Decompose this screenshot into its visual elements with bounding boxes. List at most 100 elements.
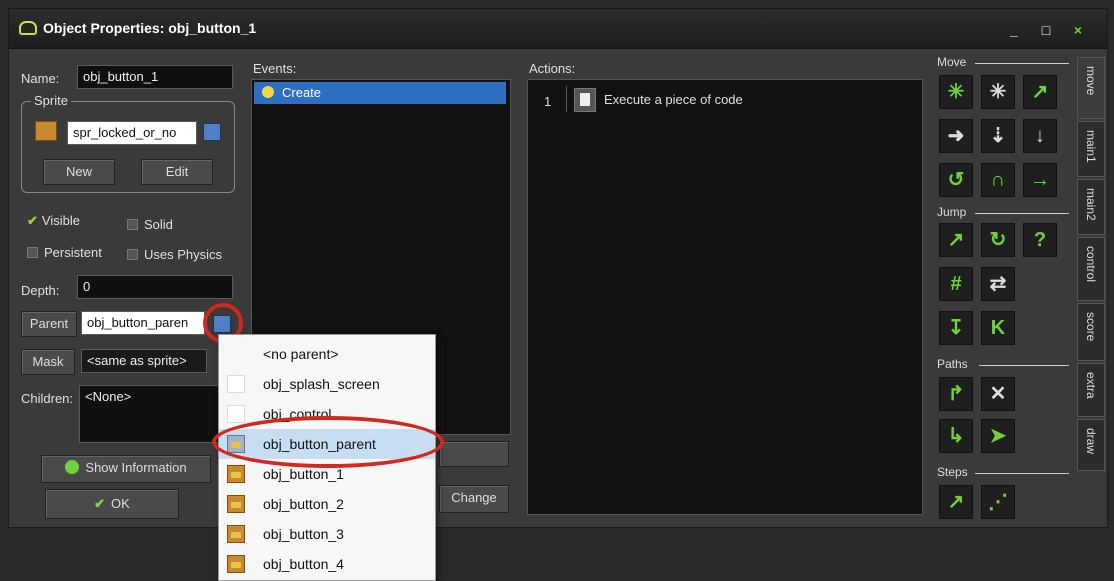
bounce-icon[interactable]: K bbox=[981, 311, 1015, 345]
object-icon bbox=[227, 525, 245, 543]
speed-vertical-icon[interactable]: ⇣ bbox=[981, 119, 1015, 153]
tab-extra[interactable]: extra bbox=[1077, 363, 1105, 417]
steps-section-line bbox=[975, 473, 1069, 474]
tab-main1[interactable]: main1 bbox=[1077, 121, 1105, 177]
move-to-contact-icon[interactable]: ↧ bbox=[939, 311, 973, 345]
end-path-icon[interactable]: ✕ bbox=[981, 377, 1015, 411]
event-item-label: Create bbox=[282, 85, 322, 100]
speed-horizontal-icon[interactable]: ➜ bbox=[939, 119, 973, 153]
persistent-checkbox-box bbox=[27, 247, 38, 258]
dropdown-item-label: obj_button_1 bbox=[263, 466, 344, 482]
gamemaker-logo-icon bbox=[19, 21, 37, 35]
gravity-icon[interactable]: ↓ bbox=[1023, 119, 1057, 153]
dropdown-item-obj-splash-screen[interactable]: obj_splash_screen bbox=[219, 369, 435, 399]
object-properties-window: Object Properties: obj_button_1 _ □ × Na… bbox=[8, 8, 1108, 528]
friction-icon[interactable]: → bbox=[1023, 163, 1057, 197]
paths-section-line bbox=[979, 365, 1069, 366]
jump-to-position-icon[interactable]: ↗ bbox=[939, 223, 973, 257]
event-item-create[interactable]: Create bbox=[254, 82, 506, 104]
selected-parent-highlight-ellipse bbox=[212, 416, 444, 468]
wrap-screen-icon[interactable]: ⇄ bbox=[981, 267, 1015, 301]
tab-move[interactable]: move bbox=[1077, 57, 1105, 119]
object-icon bbox=[227, 465, 245, 483]
sprite-icon bbox=[35, 121, 57, 141]
jump-to-random-icon[interactable]: ? bbox=[1023, 223, 1057, 257]
reverse-horizontal-icon[interactable]: ↺ bbox=[939, 163, 973, 197]
move-towards-icon[interactable]: ↗ bbox=[1023, 75, 1057, 109]
sprite-group-label: Sprite bbox=[31, 93, 71, 108]
sprite-edit-button[interactable]: Edit bbox=[141, 159, 213, 185]
parent-field[interactable]: obj_button_paren bbox=[81, 311, 205, 335]
dropdown-item-no-parent[interactable]: <no parent> bbox=[219, 339, 435, 369]
action-item-text[interactable]: Execute a piece of code bbox=[604, 92, 743, 107]
sprite-field[interactable]: spr_locked_or_no bbox=[67, 121, 197, 145]
paths-section-label: Paths bbox=[937, 357, 968, 371]
tab-draw-label: draw bbox=[1084, 428, 1098, 455]
persistent-checkbox[interactable]: Persistent bbox=[27, 245, 102, 260]
lightbulb-icon bbox=[262, 86, 274, 98]
show-information-button[interactable]: Show Information bbox=[41, 455, 211, 483]
step-towards-icon[interactable]: ↗ bbox=[939, 485, 973, 519]
uses-physics-checkbox-box bbox=[127, 249, 138, 260]
ok-check-icon: ✔ bbox=[94, 496, 106, 511]
actions-label: Actions: bbox=[529, 61, 576, 76]
empty-object-icon bbox=[227, 375, 245, 393]
tab-control[interactable]: control bbox=[1077, 237, 1105, 301]
move-section-label: Move bbox=[937, 55, 967, 69]
parent-button[interactable]: Parent bbox=[21, 311, 77, 337]
dropdown-item-label: obj_splash_screen bbox=[263, 376, 380, 392]
tab-score-label: score bbox=[1084, 312, 1098, 342]
step-avoiding-icon[interactable]: ⋰ bbox=[981, 485, 1015, 519]
object-icon bbox=[227, 555, 245, 573]
actions-list[interactable]: 1 Execute a piece of code bbox=[527, 79, 923, 515]
uses-physics-checkbox[interactable]: Uses Physics bbox=[127, 247, 222, 262]
reverse-vertical-icon[interactable]: ∩ bbox=[981, 163, 1015, 197]
add-event-button[interactable] bbox=[439, 441, 509, 467]
persistent-label: Persistent bbox=[44, 245, 102, 260]
tab-control-label: control bbox=[1084, 246, 1098, 283]
set-path-icon[interactable]: ↱ bbox=[939, 377, 973, 411]
dropdown-item-obj-button-3[interactable]: obj_button_3 bbox=[219, 519, 435, 549]
checkmark-icon: ✔ bbox=[27, 213, 38, 228]
solid-checkbox[interactable]: Solid bbox=[127, 217, 173, 232]
mask-field[interactable]: <same as sprite> bbox=[81, 349, 207, 373]
tab-draw[interactable]: draw bbox=[1077, 419, 1105, 471]
title-bar: Object Properties: obj_button_1 _ □ × bbox=[9, 9, 1107, 49]
children-label: Children: bbox=[21, 391, 74, 406]
path-position-icon[interactable]: ↳ bbox=[939, 419, 973, 453]
children-list[interactable]: <None> bbox=[79, 385, 223, 443]
depth-label: Depth: bbox=[21, 283, 60, 298]
path-speed-icon[interactable]: ➤ bbox=[981, 419, 1015, 453]
close-button[interactable]: × bbox=[1063, 19, 1093, 41]
mask-button[interactable]: Mask bbox=[21, 349, 75, 375]
move-free-icon[interactable]: ✳ bbox=[981, 75, 1015, 109]
dropdown-item-label: <no parent> bbox=[263, 346, 339, 362]
tab-move-label: move bbox=[1084, 66, 1098, 96]
action-divider bbox=[566, 86, 567, 112]
visible-checkbox[interactable]: ✔ Visible bbox=[27, 213, 80, 229]
solid-checkbox-box bbox=[127, 219, 138, 230]
sprite-menu-icon[interactable] bbox=[203, 123, 221, 141]
minimize-button[interactable]: _ bbox=[999, 19, 1029, 41]
jump-to-start-icon[interactable]: ↻ bbox=[981, 223, 1015, 257]
align-to-grid-icon[interactable]: # bbox=[939, 267, 973, 301]
info-icon bbox=[65, 460, 80, 474]
name-field[interactable]: obj_button_1 bbox=[77, 65, 233, 89]
sprite-new-button[interactable]: New bbox=[43, 159, 115, 185]
dropdown-item-label: obj_button_3 bbox=[263, 526, 344, 542]
maximize-button[interactable]: □ bbox=[1031, 19, 1061, 41]
events-label: Events: bbox=[253, 61, 297, 76]
empty-object-icon bbox=[227, 405, 245, 423]
move-fixed-icon[interactable]: ✳ bbox=[939, 75, 973, 109]
uses-physics-label: Uses Physics bbox=[144, 247, 223, 262]
tab-main2[interactable]: main2 bbox=[1077, 179, 1105, 235]
tab-main2-label: main2 bbox=[1084, 188, 1098, 221]
depth-field[interactable]: 0 bbox=[77, 275, 233, 299]
dropdown-item-obj-button-2[interactable]: obj_button_2 bbox=[219, 489, 435, 519]
tab-extra-label: extra bbox=[1084, 372, 1098, 399]
tab-score[interactable]: score bbox=[1077, 303, 1105, 361]
change-event-button[interactable]: Change bbox=[439, 485, 509, 513]
dropdown-item-obj-button-4[interactable]: obj_button_4 bbox=[219, 549, 435, 579]
ok-button[interactable]: ✔ OK bbox=[45, 489, 179, 519]
jump-section-line bbox=[975, 213, 1069, 214]
